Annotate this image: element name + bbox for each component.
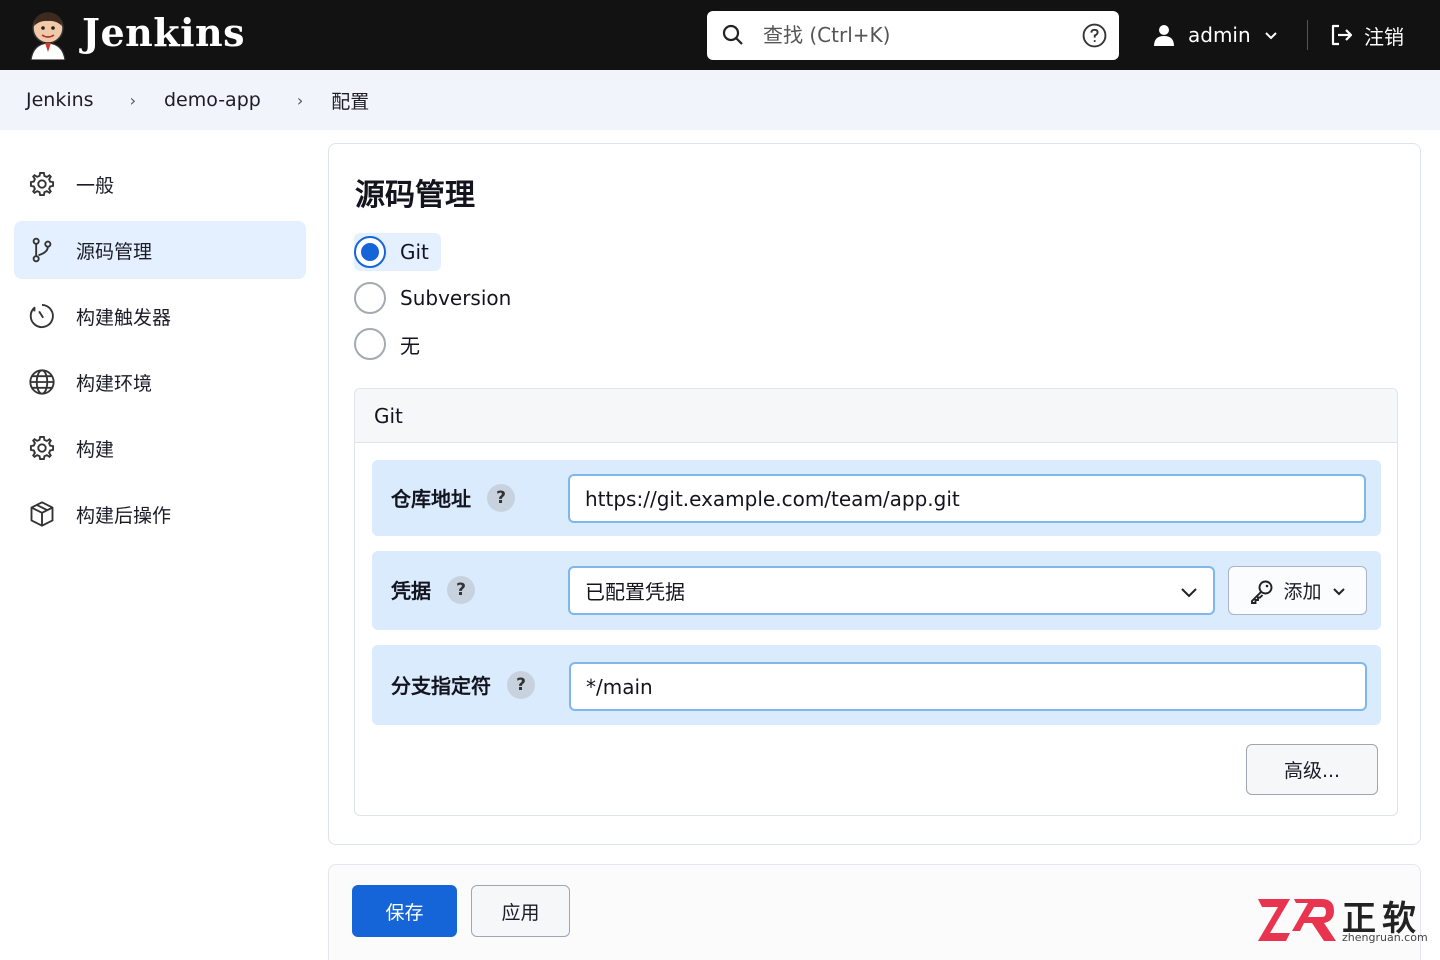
- apply-button[interactable]: 应用: [471, 885, 570, 937]
- branch-specifier-input[interactable]: */main: [569, 662, 1367, 711]
- save-button[interactable]: 保存: [352, 885, 457, 937]
- sidebar-item-label: 构建后操作: [76, 504, 172, 527]
- clock-icon: [29, 303, 54, 329]
- logout-label: 注销: [1364, 24, 1404, 49]
- section-title: 源码管理: [355, 178, 475, 213]
- field-label-text: 分支指定符: [391, 674, 491, 698]
- branch-icon: [32, 237, 52, 263]
- add-button-label: 添加: [1283, 581, 1322, 603]
- add-credential-button[interactable]: 添加: [1228, 566, 1367, 615]
- breadcrumb-item-project[interactable]: demo-app: [164, 89, 261, 111]
- radio-label: 无: [400, 333, 420, 358]
- credentials-row: 凭据 ? 已配置凭据 添加: [372, 551, 1381, 630]
- watermark-logo-icon: [1258, 899, 1336, 941]
- radio-button-checked[interactable]: [354, 236, 386, 268]
- sidebar-item-label: 构建触发器: [76, 306, 172, 329]
- help-question-icon[interactable]: ?: [507, 670, 535, 699]
- sidebar-item-label: 一般: [76, 174, 115, 197]
- field-label-text: 仓库地址: [391, 487, 471, 511]
- user-name: admin: [1188, 23, 1251, 47]
- radio-button[interactable]: [354, 282, 386, 314]
- radio-label: Git: [400, 240, 429, 264]
- globe-icon: [29, 369, 55, 395]
- radio-subversion[interactable]: Subversion: [354, 279, 523, 317]
- header-divider: [1307, 20, 1308, 50]
- scm-section-card: 源码管理 Git Subversion 无 Git 仓库地址 ? https:/…: [328, 143, 1421, 845]
- gear-icon: [29, 435, 55, 461]
- watermark-url: zhengruan.com: [1342, 931, 1428, 944]
- credentials-selected-value: 已配置凭据: [585, 580, 685, 604]
- sidebar-item-label: 源码管理: [76, 240, 153, 263]
- sidebar-item-label: 构建: [76, 438, 115, 461]
- help-question-icon[interactable]: ?: [447, 575, 475, 604]
- gear-icon: [29, 171, 55, 197]
- branch-specifier-row: 分支指定符 ? */main: [372, 645, 1381, 725]
- watermark: 正软 zhengruan.com: [1256, 893, 1431, 949]
- user-menu[interactable]: admin: [1152, 14, 1279, 56]
- branch-specifier-label: 分支指定符 ?: [391, 670, 535, 699]
- sidebar-item-general[interactable]: 一般: [14, 155, 306, 213]
- breadcrumb-chevron-icon: ›: [129, 90, 136, 110]
- sidebar-item-label: 构建环境: [76, 372, 153, 395]
- radio-label: Subversion: [400, 286, 512, 310]
- breadcrumb: Jenkins › demo-app › 配置: [0, 70, 1440, 130]
- chevron-down-icon: [1181, 588, 1197, 598]
- advanced-button[interactable]: 高级...: [1246, 744, 1378, 795]
- help-question-icon[interactable]: ?: [487, 483, 515, 512]
- sidebar-item-environment[interactable]: 构建环境: [14, 353, 306, 411]
- sidebar-item-build[interactable]: 构建: [14, 419, 306, 477]
- repo-url-label: 仓库地址 ?: [391, 483, 515, 512]
- sidebar: 一般 源码管理 构建触发器 构建环境 构建 构建后操作: [14, 155, 306, 551]
- jenkins-logo-icon[interactable]: [26, 10, 70, 60]
- breadcrumb-chevron-icon: ›: [296, 90, 304, 110]
- sidebar-item-scm[interactable]: 源码管理: [14, 221, 306, 279]
- repo-url-row: 仓库地址 ? https://git.example.com/team/app.…: [372, 460, 1381, 536]
- sidebar-item-post-build[interactable]: 构建后操作: [14, 485, 306, 543]
- breadcrumb-item-jenkins[interactable]: Jenkins: [26, 89, 94, 111]
- git-panel-header: Git: [355, 389, 1397, 443]
- sidebar-item-triggers[interactable]: 构建触发器: [14, 287, 306, 345]
- search-box[interactable]: 查找 (Ctrl+K): [707, 11, 1119, 60]
- radio-button[interactable]: [354, 328, 386, 360]
- chevron-down-icon: [1332, 587, 1345, 595]
- radio-none[interactable]: 无: [354, 325, 432, 363]
- package-icon: [30, 501, 54, 527]
- search-icon: [722, 24, 743, 45]
- credentials-select[interactable]: 已配置凭据: [568, 566, 1215, 615]
- radio-git[interactable]: Git: [354, 233, 441, 271]
- logout-icon: [1331, 24, 1353, 46]
- top-header: Jenkins 查找 (Ctrl+K) admin 注销: [0, 0, 1440, 70]
- help-circle-icon[interactable]: [1082, 23, 1107, 48]
- key-icon: [1251, 580, 1273, 604]
- credentials-label: 凭据 ?: [391, 575, 475, 604]
- git-config-panel: Git 仓库地址 ? https://git.example.com/team/…: [354, 388, 1398, 816]
- search-input[interactable]: 查找 (Ctrl+K): [763, 11, 890, 60]
- chevron-down-icon: [1264, 32, 1277, 40]
- user-icon: [1154, 25, 1174, 46]
- field-label-text: 凭据: [391, 579, 431, 603]
- breadcrumb-item-current[interactable]: 配置: [331, 87, 369, 114]
- logout-button[interactable]: 注销: [1328, 14, 1404, 56]
- brand-title[interactable]: Jenkins: [82, 10, 245, 56]
- repo-url-input[interactable]: https://git.example.com/team/app.git: [568, 474, 1366, 523]
